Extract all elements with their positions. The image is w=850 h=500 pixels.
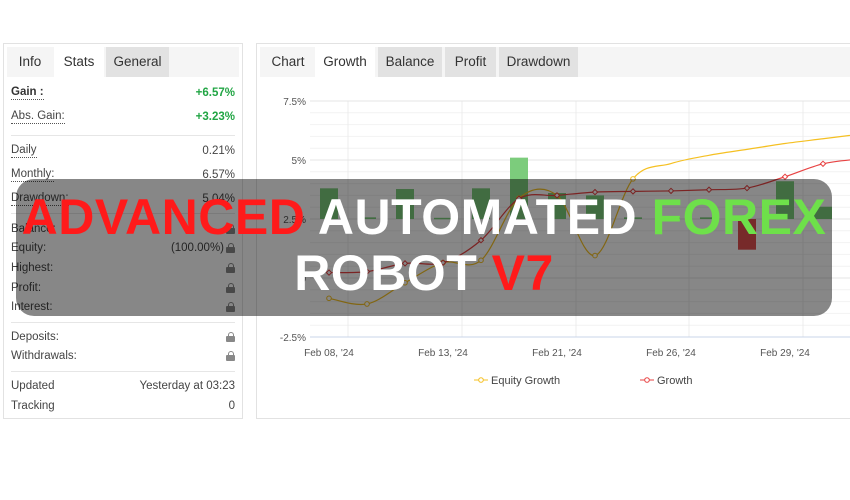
x-tick-label: Feb 13, '24: [418, 348, 468, 359]
x-tick-label: Feb 08, '24: [304, 348, 354, 359]
x-tick-label: Feb 21, '24: [532, 348, 582, 359]
y-tick-label: 7.5%: [283, 97, 306, 108]
overlay-word: V7: [491, 245, 554, 301]
overlay-word: AUTOMATED: [317, 189, 638, 245]
x-tick-label: Feb 29, '24: [760, 348, 810, 359]
x-tick-label: Feb 26, '24: [646, 348, 696, 359]
overlay-word: FOREX: [651, 189, 827, 245]
y-tick-label: 5%: [292, 156, 307, 167]
overlay-word: ROBOT: [294, 245, 478, 301]
y-tick-label: -2.5%: [280, 333, 306, 344]
legend-marker: [478, 377, 484, 383]
overlay-word: ADVANCED: [21, 189, 306, 245]
legend-label: Growth: [657, 375, 692, 387]
data-point: [819, 160, 827, 168]
legend-label: Equity Growth: [491, 375, 560, 387]
legend-marker: [644, 377, 650, 383]
title-overlay: ADVANCED AUTOMATED FOREX ROBOT V7: [16, 179, 832, 316]
